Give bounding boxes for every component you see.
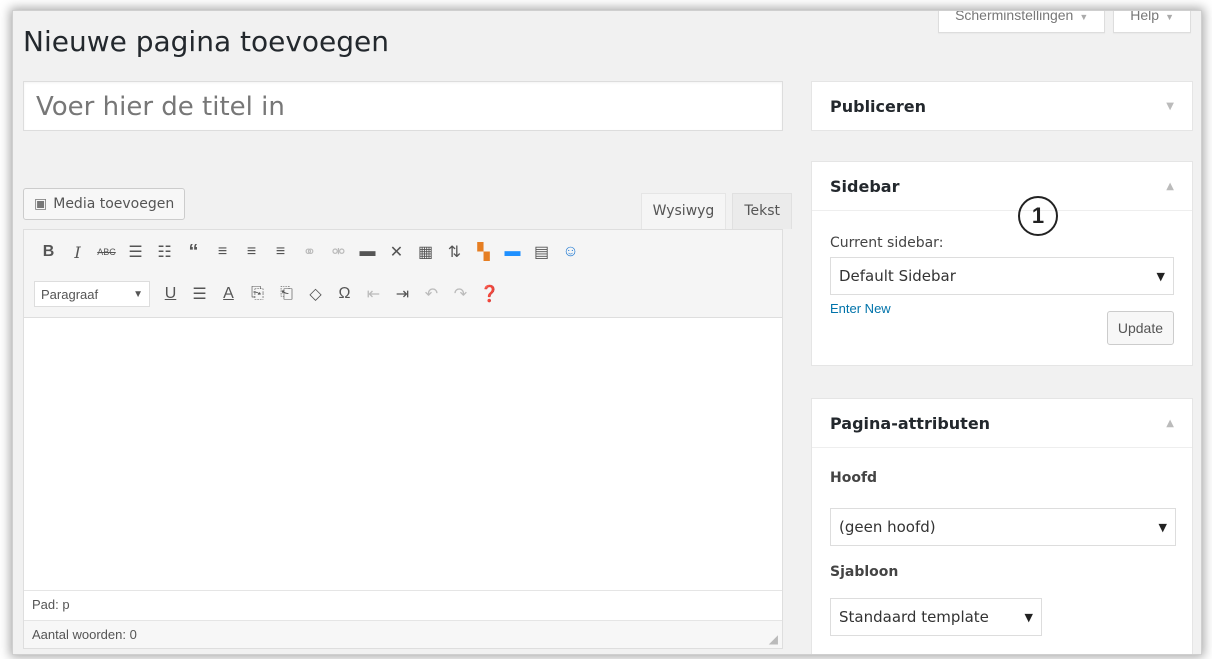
- screen-options-tab[interactable]: Scherminstellingen ▼: [938, 11, 1106, 33]
- italic-icon[interactable]: I: [63, 238, 92, 266]
- chevron-down-icon: ▼: [1079, 12, 1089, 22]
- page-attributes-header[interactable]: Pagina-attributen ▲: [812, 399, 1192, 447]
- undo-icon[interactable]: ↶: [417, 280, 446, 308]
- page-title: Nieuwe pagina toevoegen: [23, 25, 390, 58]
- sidebar-box: Sidebar ▲ Current sidebar: Default Sideb…: [811, 161, 1193, 366]
- publish-box: Publiceren ▼: [811, 81, 1193, 131]
- import-icon[interactable]: ⇅: [440, 238, 469, 266]
- align-center-icon[interactable]: ≡: [237, 238, 266, 266]
- editor-content-area[interactable]: [24, 318, 782, 590]
- help-tab[interactable]: Help ▼: [1113, 11, 1191, 33]
- strikethrough-icon[interactable]: ABC: [92, 238, 121, 266]
- clear-format-icon[interactable]: ◇: [301, 280, 330, 308]
- format-select[interactable]: Paragraaf ▼: [34, 281, 150, 307]
- fullscreen-icon[interactable]: ✕: [382, 238, 411, 266]
- chevron-up-icon[interactable]: ▲: [1166, 418, 1174, 429]
- sidebar-box-body: Current sidebar: Default Sidebar ▼ Enter…: [812, 210, 1192, 357]
- current-sidebar-label: Current sidebar:: [830, 235, 944, 251]
- parent-select[interactable]: (geen hoofd) ▼: [830, 508, 1176, 546]
- user-icon[interactable]: ☺: [556, 238, 585, 266]
- indent-icon[interactable]: ⇥: [388, 280, 417, 308]
- step-marker: 1: [1018, 196, 1058, 236]
- chevron-up-icon[interactable]: ▲: [1166, 181, 1174, 192]
- toolbar-row-2: Paragraaf ▼ U ☰ A ⎘ ⎗ ◇ Ω ⇤ ⇥ ↶ ↷ ❓: [34, 278, 772, 310]
- columns-icon[interactable]: ▤: [527, 238, 556, 266]
- toolbar-toggle-icon[interactable]: ▦: [411, 238, 440, 266]
- underline-icon[interactable]: U: [156, 280, 185, 308]
- tab-text[interactable]: Tekst: [732, 193, 792, 229]
- help-icon[interactable]: ❓: [475, 280, 504, 308]
- update-button[interactable]: Update: [1106, 311, 1174, 345]
- post-title-input[interactable]: Voer hier de titel in: [23, 81, 783, 131]
- enter-new-link[interactable]: Enter New: [830, 301, 891, 316]
- link-icon[interactable]: ⚭: [295, 238, 324, 266]
- media-icon: ▣: [34, 196, 48, 212]
- chevron-down-icon: ▼: [133, 288, 143, 300]
- special-char-icon[interactable]: Ω: [330, 280, 359, 308]
- publish-box-header[interactable]: Publiceren ▼: [812, 82, 1192, 130]
- template-label: Sjabloon: [830, 564, 899, 580]
- blockquote-icon[interactable]: “: [179, 238, 208, 266]
- numbered-list-icon[interactable]: ☷: [150, 238, 179, 266]
- resize-handle-icon[interactable]: ◢: [769, 632, 778, 646]
- paste-text-icon[interactable]: ⎘: [243, 280, 272, 308]
- sidebar-select[interactable]: Default Sidebar ▼: [830, 257, 1174, 295]
- chevron-down-icon: ▼: [1165, 12, 1174, 22]
- screen-meta-links: Scherminstellingen ▼ Help ▼: [938, 11, 1191, 33]
- template-select[interactable]: Standaard template ▼: [830, 598, 1042, 636]
- unlink-icon[interactable]: ⚮: [324, 238, 353, 266]
- read-more-icon[interactable]: ▬: [353, 238, 382, 266]
- text-color-icon[interactable]: A: [214, 280, 243, 308]
- outdent-icon[interactable]: ⇤: [359, 280, 388, 308]
- content-editor: B I ABC ☰ ☷ “ ≡ ≡ ≡ ⚭ ⚮ ▬ ✕ ▦ ⇅ ▚ ▬ ▤ ☺: [23, 229, 783, 649]
- chevron-down-icon: ▼: [1024, 610, 1033, 624]
- editor-mode-tabs: Wysiwyg Tekst: [635, 193, 792, 229]
- shortcodes-icon[interactable]: ▚: [469, 238, 498, 266]
- chevron-down-icon[interactable]: ▼: [1166, 101, 1174, 112]
- chevron-down-icon: ▼: [1158, 520, 1167, 534]
- sidebar-box-header[interactable]: Sidebar ▲: [812, 162, 1192, 210]
- align-right-icon[interactable]: ≡: [266, 238, 295, 266]
- word-count: Aantal woorden: 0 ◢: [24, 620, 782, 648]
- editor-path: Pad: p: [24, 590, 782, 620]
- justify-icon[interactable]: ☰: [185, 280, 214, 308]
- page-attributes-box: Pagina-attributen ▲ Hoofd (geen hoofd) ▼…: [811, 398, 1193, 654]
- tab-visual[interactable]: Wysiwyg: [640, 193, 727, 229]
- wp-admin-screen: Scherminstellingen ▼ Help ▼ Nieuwe pagina …: [12, 10, 1202, 655]
- bullet-list-icon[interactable]: ☰: [121, 238, 150, 266]
- editor-toolbar: B I ABC ☰ ☷ “ ≡ ≡ ≡ ⚭ ⚮ ▬ ✕ ▦ ⇅ ▚ ▬ ▤ ☺: [24, 230, 782, 318]
- page-attributes-body: Hoofd (geen hoofd) ▼ Sjabloon Standaard …: [812, 447, 1192, 648]
- parent-label: Hoofd: [830, 470, 878, 486]
- align-left-icon[interactable]: ≡: [208, 238, 237, 266]
- redo-icon[interactable]: ↷: [446, 280, 475, 308]
- add-media-button[interactable]: ▣ Media toevoegen: [23, 188, 186, 220]
- divider-icon[interactable]: ▬: [498, 238, 527, 266]
- paste-word-icon[interactable]: ⎗: [272, 280, 301, 308]
- chevron-down-icon: ▼: [1156, 269, 1165, 283]
- toolbar-row-1: B I ABC ☰ ☷ “ ≡ ≡ ≡ ⚭ ⚮ ▬ ✕ ▦ ⇅ ▚ ▬ ▤ ☺: [34, 236, 772, 268]
- bold-icon[interactable]: B: [34, 238, 63, 266]
